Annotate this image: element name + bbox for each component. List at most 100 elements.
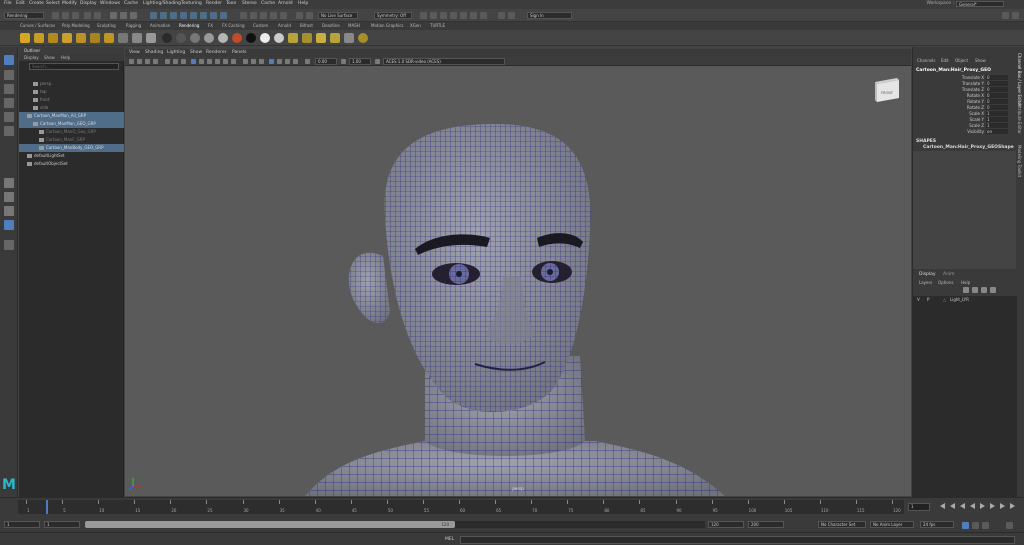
layer-playback-toggle[interactable]: P [927, 297, 929, 302]
outliner-row[interactable]: side [19, 104, 124, 112]
shelf-tab-bifrost[interactable]: Bifrost [300, 23, 313, 28]
animation-start-field[interactable]: 1 [4, 521, 40, 528]
mask-joints-icon[interactable] [160, 12, 167, 19]
cb-menu-channels[interactable]: Channels [917, 58, 936, 63]
playhead[interactable] [46, 500, 48, 514]
selection-mask-icon[interactable] [150, 12, 157, 19]
single-perspective-icon[interactable] [4, 178, 14, 188]
four-view-icon[interactable] [4, 192, 14, 202]
shader-gray-icon[interactable] [176, 33, 186, 43]
snap-surface-icon[interactable] [280, 12, 287, 19]
select-component-icon[interactable] [130, 12, 137, 19]
human-ik-icon[interactable] [508, 12, 515, 19]
open-scene-icon[interactable] [62, 12, 69, 19]
viewport-menu-view[interactable]: View [129, 50, 140, 55]
perspective-viewport[interactable]: FRONT persp [125, 66, 911, 496]
hypershade-shelf-icon[interactable] [358, 33, 368, 43]
outliner-row[interactable]: defaultObjectSet [19, 160, 124, 168]
menu-lighting-shading[interactable]: Lighting/Shading [143, 1, 181, 6]
construction-icon[interactable] [306, 12, 313, 19]
render-view-icon[interactable] [460, 12, 467, 19]
snap-view-icon[interactable] [270, 12, 277, 19]
layer-visibility-toggle[interactable]: V [917, 297, 920, 302]
menu-windows[interactable]: Windows [100, 1, 120, 6]
new-empty-layer-icon[interactable] [981, 287, 987, 293]
shelf-tab-curves-surfaces[interactable]: Curves / Surfaces [20, 23, 55, 28]
step-back-key-icon[interactable] [950, 503, 955, 509]
animation-end-field[interactable]: 200 [748, 521, 784, 528]
color-management-icon[interactable] [375, 59, 380, 64]
workspace-dropdown[interactable]: General* [956, 1, 1004, 7]
channel-attribute-value[interactable]: 0 [986, 75, 1008, 80]
render-settings-shelf-icon[interactable] [132, 33, 142, 43]
signin-dropdown[interactable]: Sign In [527, 12, 572, 19]
save-scene-icon[interactable] [72, 12, 79, 19]
outliner-row[interactable]: Cartoon_ManBody_GEO_GRP [19, 144, 124, 152]
channel-attribute-value[interactable]: on [986, 129, 1008, 134]
mask-render-icon[interactable] [210, 12, 217, 19]
time-slider-track[interactable]: 1 5 10 15 20 25 30 35 40 45 50 55 60 65 70 75 80 85 90 95 10… [18, 500, 904, 514]
shader-black-icon[interactable] [162, 33, 172, 43]
bookmark-icon[interactable] [137, 59, 142, 64]
render-settings-icon[interactable] [440, 12, 447, 19]
cb-menu-edit[interactable]: Edit [941, 58, 949, 63]
viewcube-icon[interactable] [875, 78, 899, 102]
key-mode-icon[interactable] [972, 522, 979, 529]
mel-label[interactable]: MEL [445, 537, 454, 542]
side-by-side-icon[interactable] [4, 206, 14, 216]
command-input[interactable] [460, 536, 1015, 544]
point-light-icon[interactable] [20, 33, 30, 43]
mask-curves-icon[interactable] [170, 12, 177, 19]
viewport-menu-renderer[interactable]: Renderer [206, 50, 227, 55]
symmetry-dropdown[interactable]: Symmetry: Off [374, 12, 412, 19]
shader-phong-icon[interactable] [218, 33, 228, 43]
resolution-gate-icon[interactable] [173, 59, 178, 64]
shelf-tab-rendering[interactable]: Rendering [179, 23, 199, 28]
menu-create[interactable]: Create [29, 1, 44, 6]
outliner-menu-show[interactable]: Show [44, 55, 55, 60]
shelf-tab-xgen[interactable]: XGen [410, 23, 421, 28]
backface-icon[interactable] [293, 59, 298, 64]
viewport-menu-panels[interactable]: Panels [232, 50, 246, 55]
textured-icon[interactable] [215, 59, 220, 64]
render-view-shelf-icon[interactable] [146, 33, 156, 43]
menu-edit[interactable]: Edit [16, 1, 25, 6]
outliner-row[interactable]: Cartoon_ManMan_GEO_GRP [19, 120, 124, 128]
menu-select[interactable]: Select [46, 1, 60, 6]
render-frame-icon[interactable] [420, 12, 427, 19]
menu-display[interactable]: Display [80, 1, 97, 6]
move-layer-down-icon[interactable] [972, 287, 978, 293]
menu-render[interactable]: Render [206, 1, 222, 6]
toggle-sidebar-icon[interactable] [1002, 12, 1009, 19]
channel-attribute-value[interactable]: 0 [986, 87, 1008, 92]
image-plane-icon[interactable] [145, 59, 150, 64]
mask-misc-icon[interactable] [220, 12, 227, 19]
viewport-menu-lighting[interactable]: Lighting [167, 50, 185, 55]
side-tab-modeling-toolkit[interactable]: Modeling Toolkit [1017, 145, 1022, 177]
shader-blinn-icon[interactable] [204, 33, 214, 43]
channel-attribute-value[interactable]: 1 [986, 117, 1008, 122]
outliner-menu-display[interactable]: Display [24, 55, 39, 60]
gamma-field[interactable]: 1.00 [349, 58, 371, 65]
undo-icon[interactable] [84, 12, 91, 19]
select-tool-icon[interactable] [4, 55, 14, 65]
texture-noise-icon[interactable] [316, 33, 326, 43]
layer-menu-options[interactable]: Options [938, 280, 953, 285]
volume-light-icon[interactable] [90, 33, 100, 43]
xray-joints-icon[interactable] [285, 59, 290, 64]
grid-toggle-icon[interactable] [153, 59, 158, 64]
snap-grid-icon[interactable] [240, 12, 247, 19]
channel-attribute-value[interactable]: 0 [986, 99, 1008, 104]
menu-modify[interactable]: Modify [62, 1, 77, 6]
shader-lambert-icon[interactable] [190, 33, 200, 43]
go-to-end-icon[interactable] [1010, 503, 1015, 509]
step-forward-frame-icon[interactable] [990, 503, 995, 509]
layer-tab-display[interactable]: Display [919, 272, 936, 277]
playback-end-field[interactable]: 120 [708, 521, 744, 528]
shelf-tab-arnold[interactable]: Arnold [278, 23, 291, 28]
outliner-row[interactable]: persp [19, 80, 124, 88]
isolate-select-icon[interactable] [269, 59, 274, 64]
step-forward-key-icon[interactable] [1000, 503, 1005, 509]
use-lights-icon[interactable] [223, 59, 228, 64]
anti-aliasing-icon[interactable] [259, 59, 264, 64]
